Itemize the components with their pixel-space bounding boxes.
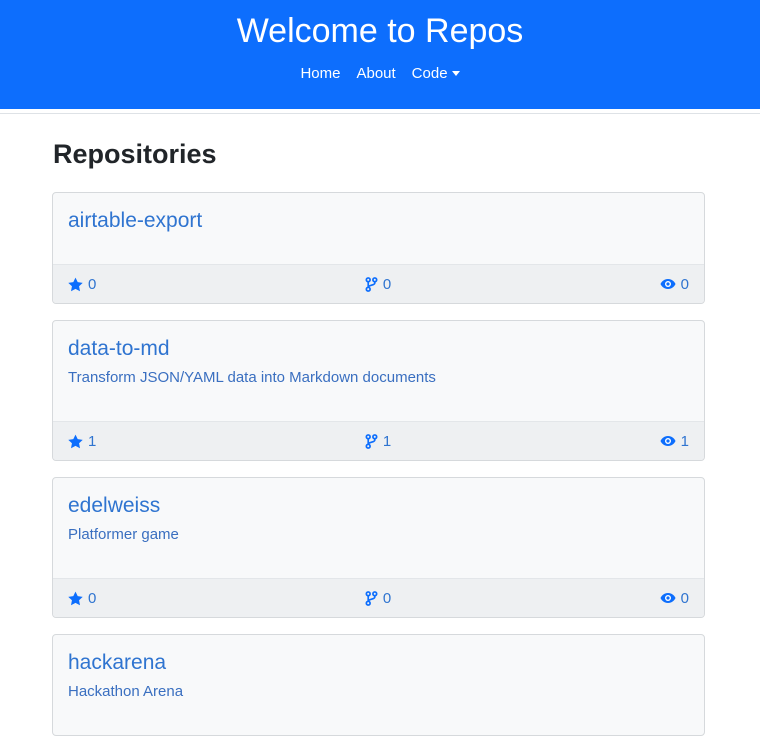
nav-code-label: Code [411,65,448,82]
page-title: Repositories [53,139,217,169]
main-nav: Home About Code [0,63,760,85]
watchers-count: 0 [680,589,689,607]
forks-stat: 0 [365,590,391,607]
repo-card-footer: 1 1 1 [53,421,704,460]
watchers-count: 0 [680,275,689,293]
stars-count: 1 [88,432,97,450]
nav-code-dropdown[interactable]: Code [412,63,460,85]
repo-card-body: data-to-md Transform JSON/YAML data into… [53,321,704,421]
watchers-stat: 0 [660,276,689,293]
star-icon [68,591,83,605]
repo-name-link[interactable]: edelweiss [68,493,160,519]
eye-icon [660,279,676,289]
repo-list: airtable-export 0 0 0 data-to-md Transfo… [52,192,705,736]
repo-card: edelweiss Platformer game 0 0 0 [52,477,705,618]
stars-count: 0 [88,589,97,607]
repo-name-link[interactable]: hackarena [68,650,166,676]
fork-icon [365,433,378,449]
nav-about-link[interactable]: About [356,63,395,85]
repo-card-body: airtable-export [53,193,704,264]
watchers-stat: 1 [660,433,689,450]
repo-name-link[interactable]: airtable-export [68,208,202,234]
eye-icon [660,436,676,446]
stars-stat: 0 [68,590,96,607]
fork-icon [365,590,378,606]
stars-stat: 0 [68,276,96,293]
repo-card: data-to-md Transform JSON/YAML data into… [52,320,705,461]
repo-card-body: edelweiss Platformer game [53,478,704,578]
repo-description: Hackathon Arena [68,683,184,700]
stars-count: 0 [88,275,97,293]
site-header: Welcome to Repos Home About Code [0,0,760,109]
star-icon [68,434,83,448]
repo-card: airtable-export 0 0 0 [52,192,705,304]
eye-icon [660,593,676,603]
stars-stat: 1 [68,433,96,450]
forks-count: 1 [382,432,392,450]
repo-description: Platformer game [68,526,179,543]
forks-stat: 0 [365,276,391,293]
watchers-count: 1 [680,432,689,450]
site-title: Welcome to Repos [236,12,524,50]
repo-card-footer: 0 0 0 [53,264,704,303]
nav-home-link[interactable]: Home [300,63,340,85]
fork-icon [365,276,378,292]
repo-card: hackarena Hackathon Arena [52,634,705,736]
repo-card-body: hackarena Hackathon Arena [53,635,704,735]
forks-stat: 1 [365,433,391,450]
caret-down-icon [451,70,460,76]
forks-count: 0 [382,589,392,607]
repo-description: Transform JSON/YAML data into Markdown d… [68,369,436,386]
main-content: Repositories airtable-export 0 0 0 data-… [52,114,705,752]
watchers-stat: 0 [660,590,689,607]
forks-count: 0 [382,275,392,293]
repo-card-footer: 0 0 0 [53,578,704,617]
star-icon [68,277,83,291]
repo-name-link[interactable]: data-to-md [68,336,170,362]
